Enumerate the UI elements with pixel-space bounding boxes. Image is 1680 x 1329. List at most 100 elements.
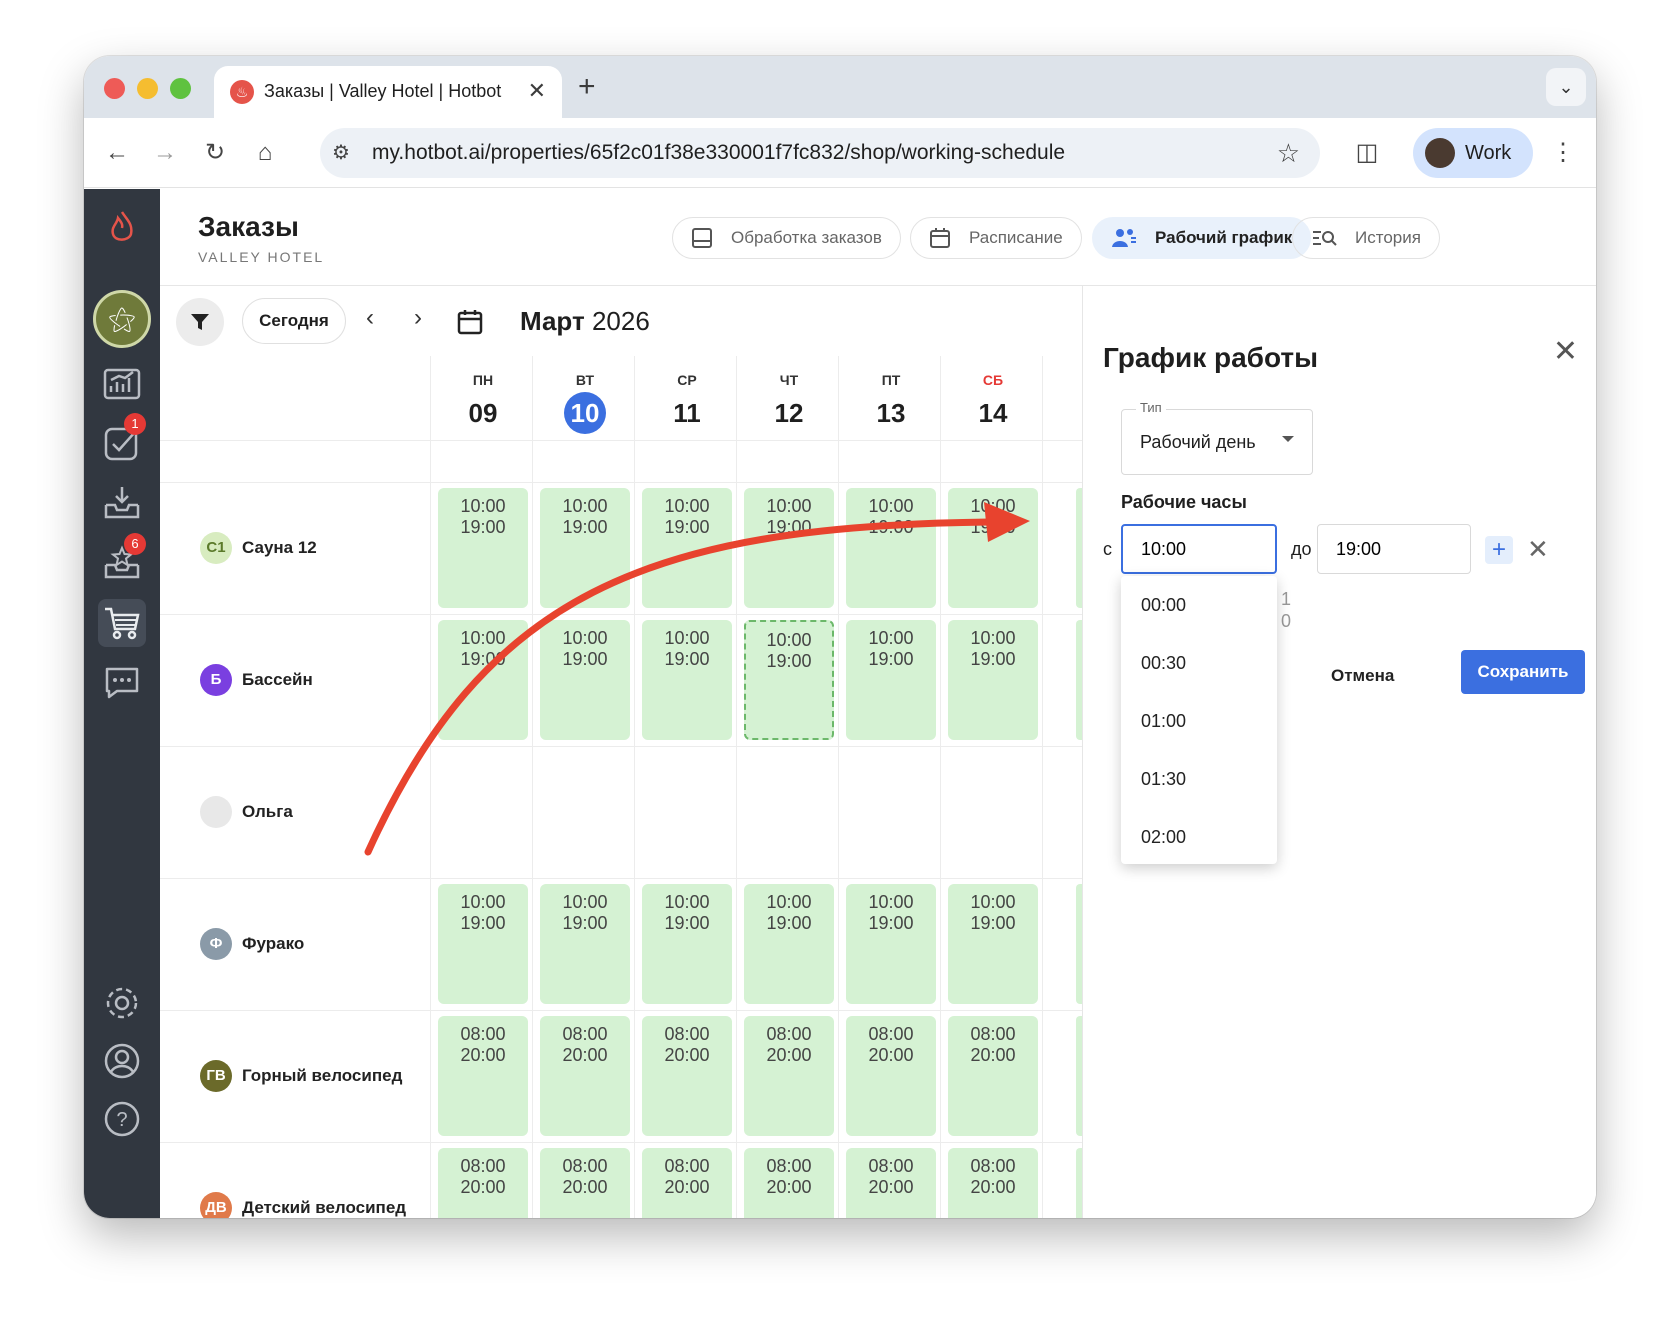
slot-start-time: 10:00	[766, 496, 812, 516]
resource-row-label[interactable]: Б Бассейн	[200, 662, 313, 698]
time-option[interactable]: 00:30	[1121, 634, 1277, 692]
minimize-window-button[interactable]	[137, 78, 158, 99]
day-number: 11	[673, 398, 701, 428]
schedule-slot[interactable]: 10:00 19:00	[948, 620, 1038, 740]
schedule-slot[interactable]: 10:00 19:00	[642, 884, 732, 1004]
schedule-slot[interactable]: 10:00 19:00	[846, 884, 936, 1004]
close-icon[interactable]: ✕	[1553, 334, 1578, 369]
tab-close-icon[interactable]: ✕	[528, 78, 546, 104]
tab-schedule[interactable]: Расписание	[910, 217, 1082, 259]
shop-cart-icon[interactable]	[98, 599, 146, 647]
add-interval-plus-icon[interactable]: +	[1485, 536, 1513, 564]
site-settings-icon[interactable]: ⚙	[332, 140, 350, 165]
schedule-slot[interactable]: 08:00 20:00	[642, 1148, 732, 1218]
url-text[interactable]: my.hotbot.ai/properties/65f2c01f38e33000…	[372, 141, 1065, 165]
resource-row-label[interactable]: ГВ Горный велосипед	[200, 1058, 402, 1094]
inbox-download-icon[interactable]	[98, 479, 146, 527]
schedule-slot[interactable]: 08:00 20:00	[948, 1016, 1038, 1136]
remove-interval-close-icon[interactable]: ✕	[1527, 534, 1549, 565]
schedule-slot[interactable]: 10:00 19:00	[744, 620, 834, 740]
type-select[interactable]: Тип Рабочий день	[1121, 400, 1313, 475]
schedule-slot[interactable]: 08:00 20:00	[846, 1148, 936, 1218]
page-title: Заказы	[198, 211, 299, 242]
schedule-slot[interactable]: 10:00 19:00	[438, 488, 528, 608]
schedule-slot[interactable]: 08:00 20:00	[540, 1148, 630, 1218]
reload-icon[interactable]: ↻	[198, 136, 232, 170]
tab-order-processing[interactable]: Обработка заказов	[672, 217, 901, 259]
back-icon[interactable]: ←	[100, 136, 134, 170]
resource-name: Ольга	[242, 802, 293, 821]
maximize-window-button[interactable]	[170, 78, 191, 99]
forward-icon[interactable]: →	[148, 136, 182, 170]
schedule-slot[interactable]: 10:00 19:00	[846, 488, 936, 608]
schedule-slot[interactable]: 10:00 19:00	[438, 884, 528, 1004]
app: ⚝ 1 6 ? Заказы VALLEY HOTEL Обработка за…	[84, 189, 1596, 1218]
schedule-slot[interactable]: 08:00 20:00	[744, 1148, 834, 1218]
schedule-slot[interactable]: 08:00 20:00	[438, 1016, 528, 1136]
tab-working-schedule[interactable]: Рабочий график	[1092, 217, 1312, 259]
analytics-icon[interactable]	[98, 359, 146, 407]
schedule-slot[interactable]: 10:00 19:00	[744, 488, 834, 608]
time-option[interactable]: 01:30	[1121, 750, 1277, 808]
day-header[interactable]: ПН 09	[432, 364, 534, 444]
tasks-icon[interactable]: 1	[98, 413, 146, 467]
chat-icon[interactable]	[98, 659, 146, 707]
time-option[interactable]: 02:00	[1121, 808, 1277, 866]
settings-gear-icon[interactable]	[98, 979, 146, 1027]
more-menu-icon[interactable]: ⋮	[1546, 136, 1580, 170]
to-time-input[interactable]	[1317, 524, 1471, 574]
slot-end-time: 19:00	[664, 649, 710, 669]
hotbot-logo-icon[interactable]	[98, 203, 146, 251]
time-option[interactable]: 01:00	[1121, 692, 1277, 750]
reviews-star-icon[interactable]: 6	[98, 533, 146, 587]
from-time-input[interactable]	[1121, 524, 1277, 574]
schedule-slot[interactable]: 10:00 19:00	[540, 488, 630, 608]
calendar-icon[interactable]	[456, 308, 484, 341]
resource-row-label[interactable]: ДВ Детский велосипед	[200, 1190, 406, 1218]
tab-search-chevron-icon[interactable]: ⌄	[1546, 68, 1586, 106]
browser-tab[interactable]: ♨ Заказы | Valley Hotel | Hotbot ✕	[214, 66, 562, 118]
day-header[interactable]: СБ 14	[942, 364, 1044, 444]
schedule-slot[interactable]: 10:00 19:00	[642, 620, 732, 740]
schedule-slot[interactable]: 10:00 19:00	[948, 488, 1038, 608]
schedule-slot[interactable]: 10:00 19:00	[744, 884, 834, 1004]
schedule-slot[interactable]: 08:00 20:00	[744, 1016, 834, 1136]
day-header[interactable]: ЧТ 12	[738, 364, 840, 444]
home-icon[interactable]: ⌂	[248, 136, 282, 170]
schedule-slot[interactable]: 10:00 19:00	[438, 620, 528, 740]
resource-row-label[interactable]: С1 Сауна 12	[200, 530, 317, 566]
schedule-slot[interactable]: 10:00 19:00	[540, 620, 630, 740]
day-header[interactable]: СР 11	[636, 364, 738, 444]
resource-row-label[interactable]: Ольга	[200, 794, 293, 830]
cancel-button[interactable]: Отмена	[1331, 666, 1394, 686]
schedule-slot[interactable]: 10:00 19:00	[642, 488, 732, 608]
filter-button[interactable]	[176, 298, 224, 346]
next-week-icon[interactable]: ›	[414, 304, 422, 332]
schedule-slot[interactable]: 10:00 19:00	[540, 884, 630, 1004]
bookmark-star-icon[interactable]: ☆	[1277, 138, 1300, 169]
new-tab-icon[interactable]: +	[578, 70, 596, 104]
profile-chip[interactable]: Work	[1413, 128, 1533, 178]
schedule-slot[interactable]: 08:00 20:00	[642, 1016, 732, 1136]
schedule-slot[interactable]: 10:00 19:00	[948, 884, 1038, 1004]
today-button[interactable]: Сегодня	[242, 298, 346, 344]
tasks-badge: 1	[124, 413, 146, 435]
day-header[interactable]: ПТ 13	[840, 364, 942, 444]
prev-week-icon[interactable]: ‹	[366, 304, 374, 332]
schedule-slot[interactable]: 08:00 20:00	[846, 1016, 936, 1136]
close-window-button[interactable]	[104, 78, 125, 99]
day-header[interactable]: ВТ 10	[534, 364, 636, 444]
tab-history[interactable]: История	[1292, 217, 1440, 259]
schedule-slot[interactable]: 08:00 20:00	[948, 1148, 1038, 1218]
help-icon[interactable]: ?	[98, 1095, 146, 1143]
account-icon[interactable]	[98, 1037, 146, 1085]
property-avatar[interactable]: ⚝	[93, 290, 151, 348]
schedule-slot[interactable]: 08:00 20:00	[438, 1148, 528, 1218]
resource-row-label[interactable]: Ф Фурако	[200, 926, 304, 962]
schedule-slot[interactable]: 10:00 19:00	[846, 620, 936, 740]
extensions-icon[interactable]: ◫	[1350, 136, 1384, 170]
address-bar[interactable]: ⚙ my.hotbot.ai/properties/65f2c01f38e330…	[320, 128, 1320, 178]
save-button[interactable]: Сохранить	[1461, 650, 1585, 694]
schedule-slot[interactable]: 08:00 20:00	[540, 1016, 630, 1136]
time-option[interactable]: 00:00	[1121, 576, 1277, 634]
